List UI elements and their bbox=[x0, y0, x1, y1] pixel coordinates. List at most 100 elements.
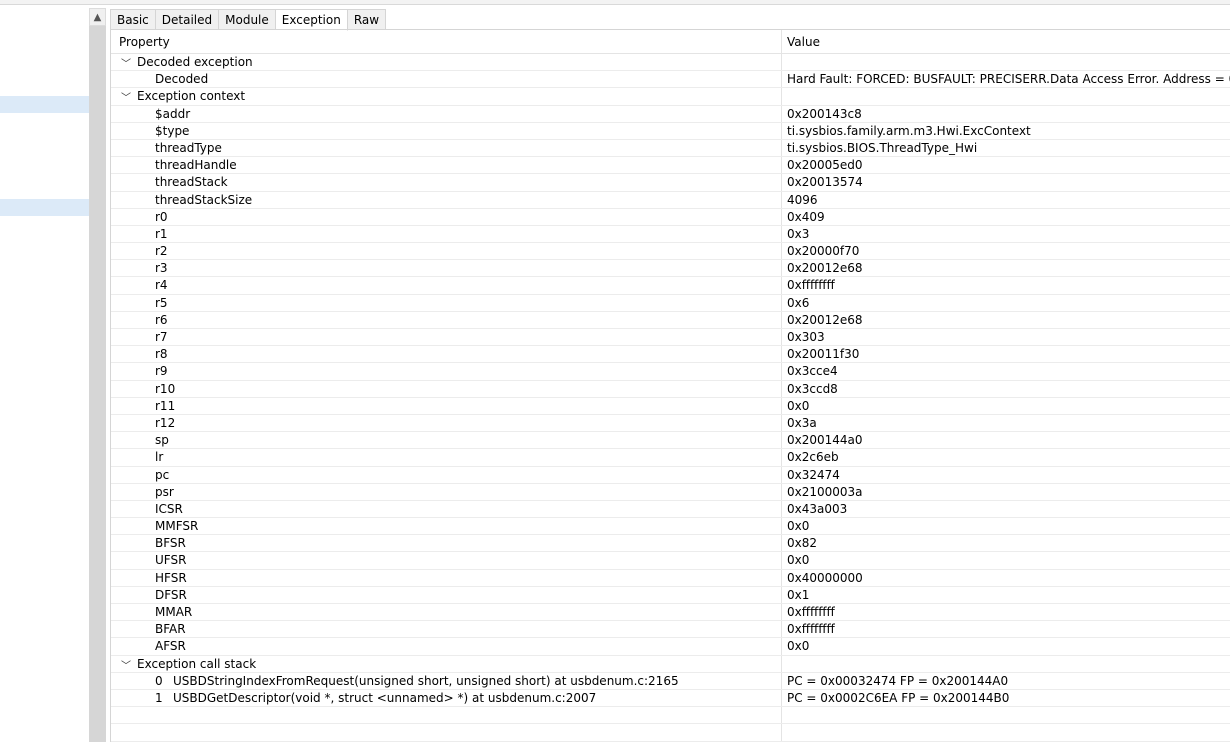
property-name: r0 bbox=[155, 209, 168, 224]
left-tree-pane[interactable] bbox=[0, 8, 89, 742]
scroll-up-arrow-icon[interactable]: ▲ bbox=[89, 8, 106, 26]
group-label: Decoded exception bbox=[137, 55, 253, 69]
property-value: 0x0 bbox=[787, 553, 810, 568]
table-row[interactable]: r9 0x3cce4 bbox=[111, 363, 1230, 381]
property-name: USBDGetDescriptor(void *, struct <unname… bbox=[173, 690, 597, 705]
stack-rows: 0 USBDStringIndexFromRequest(unsigned sho… bbox=[111, 673, 1230, 708]
stack-frame-index: 1 bbox=[155, 690, 163, 705]
empty-row bbox=[111, 724, 1230, 742]
property-value: Hard Fault: FORCED: BUSFAULT: PRECISERR.… bbox=[787, 72, 1230, 87]
property-value: 0x303 bbox=[787, 330, 825, 344]
property-name: pc bbox=[155, 467, 170, 482]
table-row[interactable]: lr 0x2c6eb bbox=[111, 449, 1230, 467]
table-row[interactable]: 1 USBDGetDescriptor(void *, struct <unnam… bbox=[111, 690, 1230, 708]
property-value: 4096 bbox=[787, 192, 818, 207]
group-exception-context[interactable]: ﹀ Exception context bbox=[111, 88, 1230, 106]
property-name: DFSR bbox=[155, 587, 187, 602]
property-value: 0x20011f30 bbox=[787, 347, 860, 362]
property-name: threadHandle bbox=[155, 158, 237, 173]
column-header-value[interactable]: Value bbox=[787, 35, 820, 49]
property-value: 0x0 bbox=[787, 639, 810, 654]
property-value: 0x3 bbox=[787, 226, 810, 241]
chevron-down-icon[interactable]: ﹀ bbox=[121, 55, 133, 70]
table-row[interactable]: sp 0x200144a0 bbox=[111, 432, 1230, 450]
stack-frame-index: 0 bbox=[155, 673, 163, 688]
tab-module[interactable]: Module bbox=[219, 9, 276, 30]
table-row[interactable]: r2 0x20000f70 bbox=[111, 243, 1230, 261]
table-row[interactable]: threadStack 0x20013574 bbox=[111, 174, 1230, 192]
decoded-rows: Decoded Hard Fault: FORCED: BUSFAULT: PRE… bbox=[111, 71, 1230, 89]
table-row[interactable]: MMFSR 0x0 bbox=[111, 518, 1230, 536]
table-row[interactable]: HFSR 0x40000000 bbox=[111, 570, 1230, 587]
group-decoded-exception[interactable]: ﹀ Decoded exception bbox=[111, 54, 1230, 72]
table-row[interactable]: 0 USBDStringIndexFromRequest(unsigned sho… bbox=[111, 673, 1230, 690]
table-row[interactable]: BFAR 0xffffffff bbox=[111, 621, 1230, 639]
property-value: 0x20013574 bbox=[787, 175, 863, 190]
property-name: r3 bbox=[155, 261, 168, 276]
table-row[interactable]: threadStackSize 4096 bbox=[111, 192, 1230, 209]
table-row[interactable]: r11 0x0 bbox=[111, 398, 1230, 415]
left-pane-scrollbar[interactable]: ▲ bbox=[89, 8, 106, 742]
table-row[interactable]: pc 0x32474 bbox=[111, 467, 1230, 484]
table-row[interactable]: MMAR 0xffffffff bbox=[111, 604, 1230, 622]
property-name: BFAR bbox=[155, 622, 186, 637]
property-name: MMFSR bbox=[155, 519, 199, 534]
property-value: ti.sysbios.family.arm.m3.Hwi.ExcContext bbox=[787, 123, 1031, 138]
chevron-down-icon[interactable]: ﹀ bbox=[121, 657, 133, 672]
table-row[interactable]: threadHandle 0x20005ed0 bbox=[111, 157, 1230, 175]
property-value: PC = 0x0002C6EA FP = 0x200144B0 bbox=[787, 690, 1010, 705]
table-row[interactable]: r7 0x303 bbox=[111, 329, 1230, 347]
left-tree-selected-row[interactable] bbox=[0, 96, 89, 113]
table-row[interactable]: r4 0xffffffff bbox=[111, 277, 1230, 295]
property-name: AFSR bbox=[155, 639, 186, 654]
table-row[interactable]: AFSR 0x0 bbox=[111, 638, 1230, 656]
column-header-property[interactable]: Property bbox=[119, 35, 170, 49]
chevron-down-icon[interactable]: ﹀ bbox=[121, 89, 133, 104]
table-row[interactable]: Decoded Hard Fault: FORCED: BUSFAULT: PRE… bbox=[111, 71, 1230, 89]
property-value: 0x3a bbox=[787, 415, 817, 430]
table-row[interactable]: r3 0x20012e68 bbox=[111, 260, 1230, 278]
table-row[interactable]: UFSR 0x0 bbox=[111, 552, 1230, 570]
property-name: BFSR bbox=[155, 536, 186, 551]
tab-detailed[interactable]: Detailed bbox=[155, 9, 220, 30]
property-value: 0x20000f70 bbox=[787, 244, 860, 259]
table-row[interactable]: r1 0x3 bbox=[111, 226, 1230, 244]
property-value: 0x2c6eb bbox=[787, 450, 839, 465]
group-exception-call-stack[interactable]: ﹀ Exception call stack bbox=[111, 656, 1230, 673]
table-row[interactable]: BFSR 0x82 bbox=[111, 535, 1230, 553]
left-tree-highlight-row[interactable] bbox=[0, 199, 89, 216]
tab-basic[interactable]: Basic bbox=[110, 9, 156, 30]
property-name: UFSR bbox=[155, 553, 187, 568]
property-name: MMAR bbox=[155, 605, 193, 619]
tab-exception[interactable]: Exception bbox=[275, 9, 348, 31]
property-value: 0x2100003a bbox=[787, 484, 863, 499]
table-row[interactable]: psr 0x2100003a bbox=[111, 484, 1230, 501]
property-value: ti.sysbios.BIOS.ThreadType_Hwi bbox=[787, 140, 978, 155]
table-body: ﹀ Decoded exception Decoded Hard Fault: F… bbox=[111, 54, 1230, 742]
property-name: r10 bbox=[155, 381, 176, 396]
table-row[interactable]: r0 0x409 bbox=[111, 209, 1230, 226]
view-tabs: Basic Detailed Module Exception Raw bbox=[110, 9, 387, 31]
tab-raw[interactable]: Raw bbox=[347, 9, 387, 30]
property-value: 0xffffffff bbox=[787, 622, 835, 637]
property-value: PC = 0x00032474 FP = 0x200144A0 bbox=[787, 673, 1009, 688]
context-rows: $addr 0x200143c8 $type ti.sysbios.family.ar… bbox=[111, 106, 1230, 656]
table-header: Property Value bbox=[111, 30, 1230, 54]
table-row[interactable]: r10 0x3ccd8 bbox=[111, 381, 1230, 398]
property-table: Property Value ﹀ Decoded exception Decod… bbox=[110, 30, 1230, 742]
table-row[interactable]: r5 0x6 bbox=[111, 295, 1230, 312]
table-row[interactable]: $type ti.sysbios.family.arm.m3.Hwi.ExcCon… bbox=[111, 123, 1230, 140]
property-name: lr bbox=[155, 450, 164, 465]
table-row[interactable]: r6 0x20012e68 bbox=[111, 312, 1230, 329]
property-name: threadStack bbox=[155, 175, 228, 190]
table-row[interactable]: $addr 0x200143c8 bbox=[111, 106, 1230, 123]
table-row[interactable]: r12 0x3a bbox=[111, 415, 1230, 433]
table-row[interactable]: threadType ti.sysbios.BIOS.ThreadType_Hwi bbox=[111, 140, 1230, 158]
property-value: 0x0 bbox=[787, 398, 810, 413]
table-row[interactable]: ICSR 0x43a003 bbox=[111, 501, 1230, 519]
property-value: 0x20012e68 bbox=[787, 261, 863, 276]
property-name: ICSR bbox=[155, 501, 183, 516]
table-row[interactable]: DFSR 0x1 bbox=[111, 587, 1230, 604]
property-name: HFSR bbox=[155, 570, 187, 585]
table-row[interactable]: r8 0x20011f30 bbox=[111, 346, 1230, 364]
